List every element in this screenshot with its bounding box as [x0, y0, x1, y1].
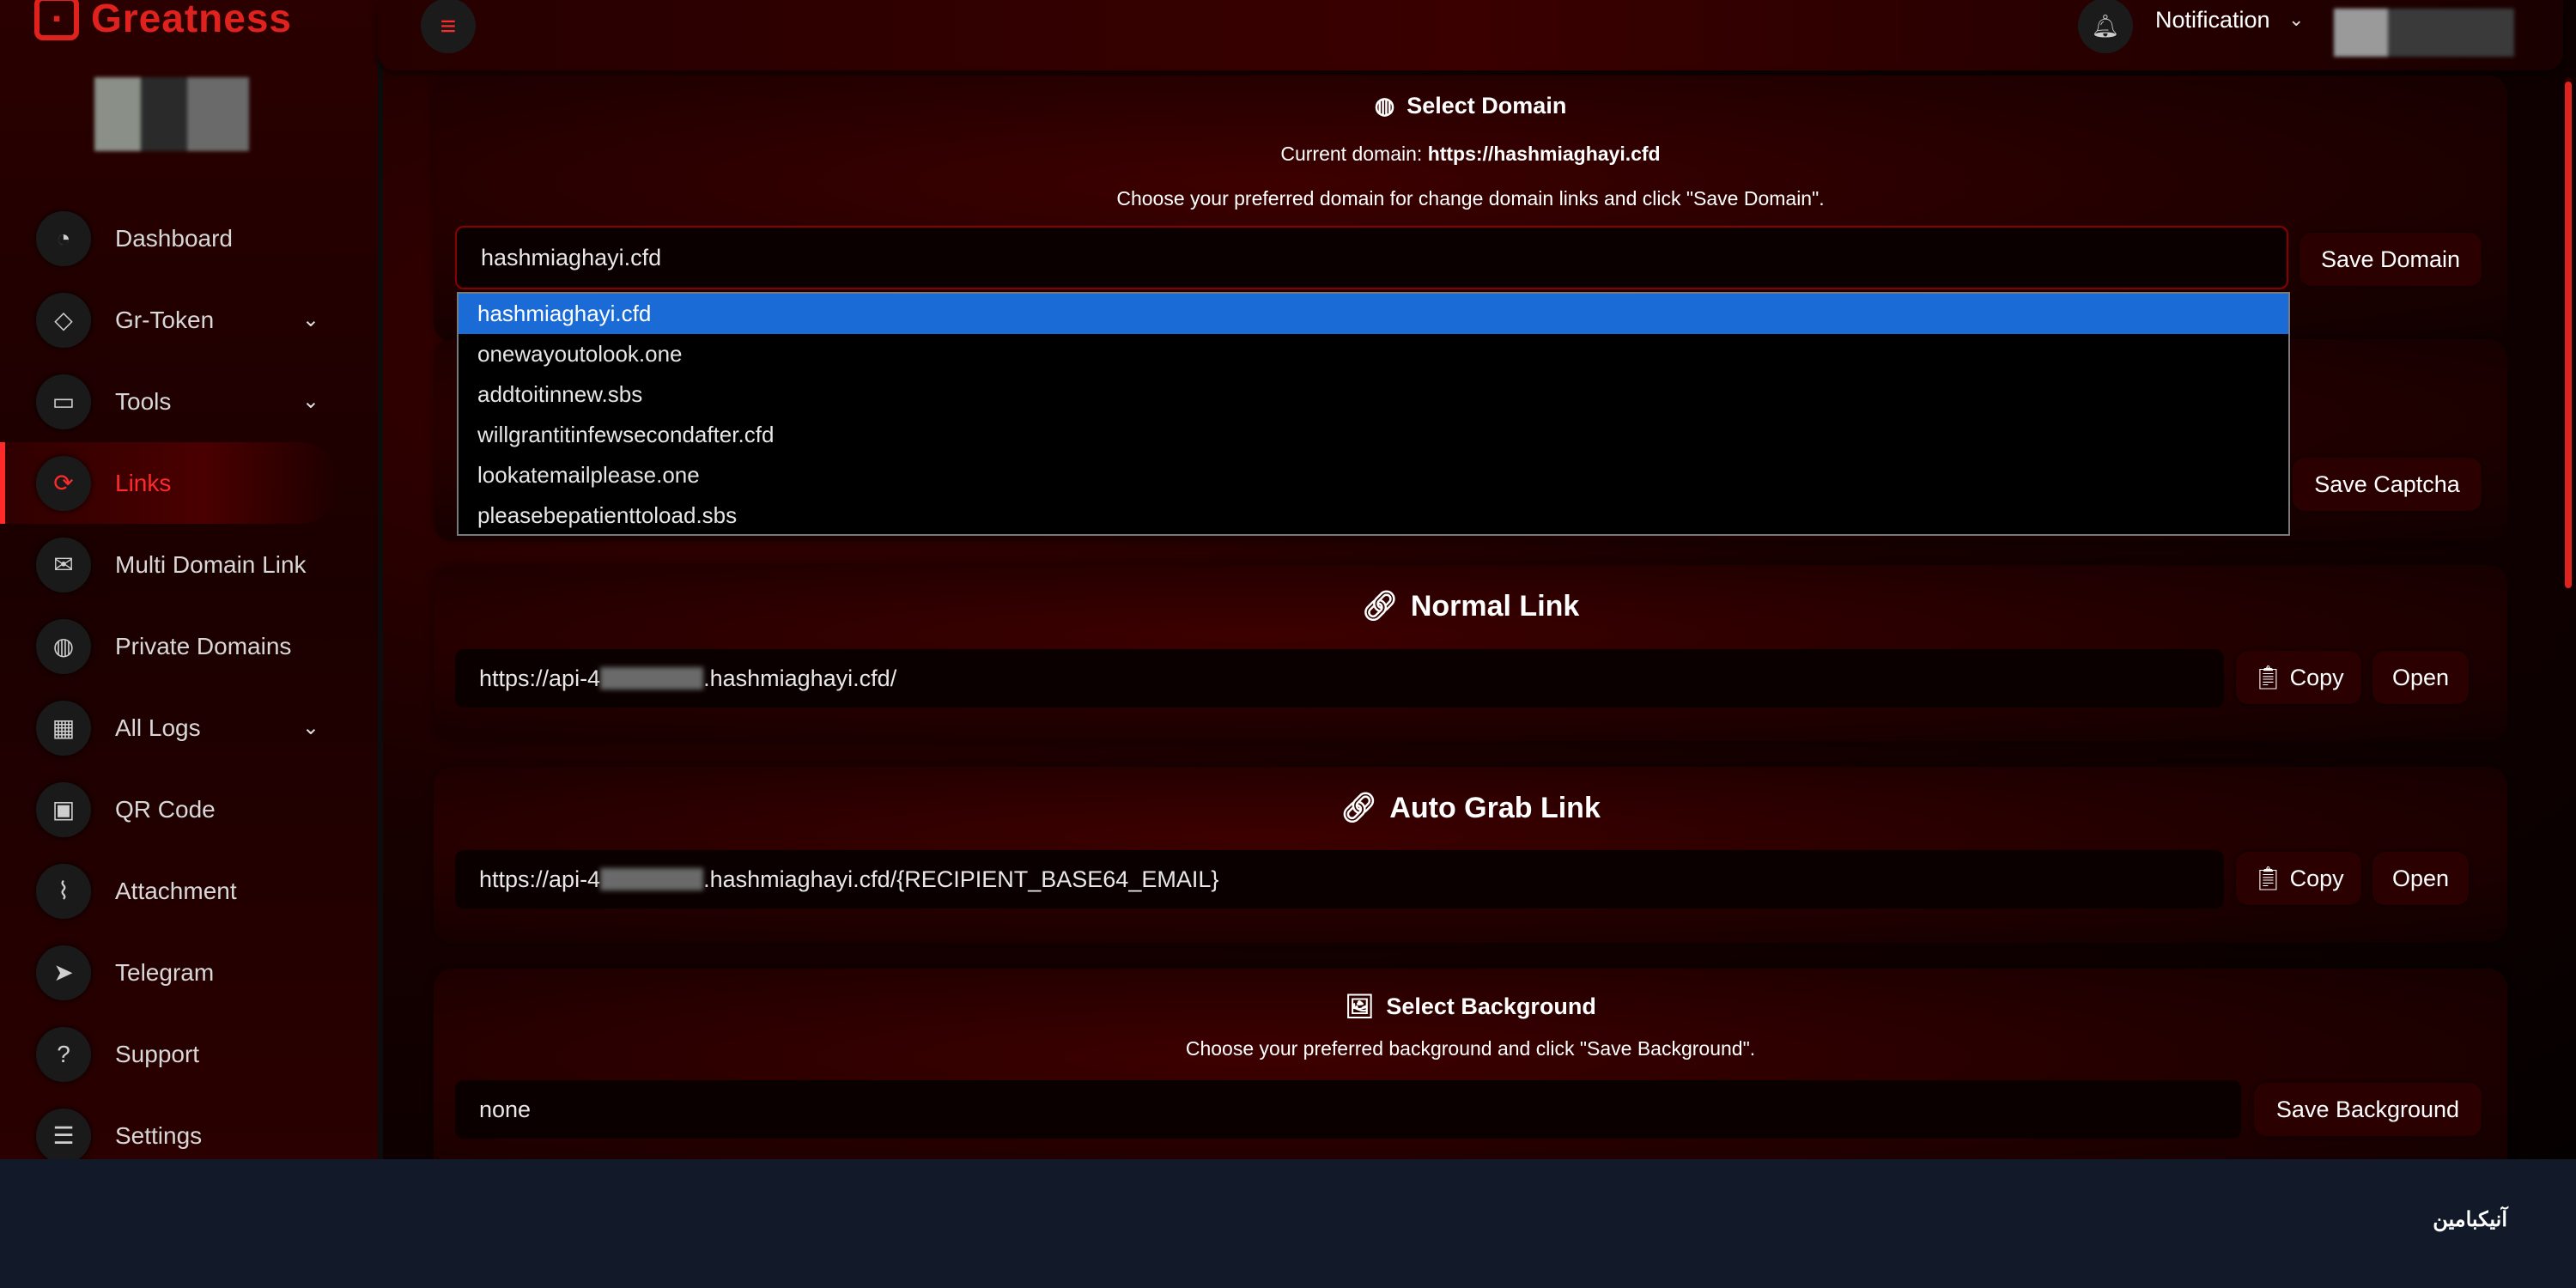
domain-option[interactable]: hashmiaghayi.cfd: [459, 294, 2288, 334]
question-icon: ?: [36, 1026, 91, 1082]
menu-toggle-button[interactable]: ≡: [421, 0, 476, 53]
sidebar-item-label: Private Domains: [115, 632, 292, 659]
sliders-icon: ☰: [36, 1108, 91, 1159]
domain-select[interactable]: hashmiaghayi.cfd: [455, 226, 2288, 289]
sidebar-item-multi-domain-link[interactable]: ✉ Multi Domain Link: [0, 524, 378, 605]
image-icon: 🖼︎: [1345, 993, 1375, 1019]
logo-text: Greatness: [91, 0, 293, 40]
normal-link-title: 🔗︎ Normal Link: [1361, 590, 1580, 623]
auto-grab-link-field[interactable]: https://api-4 .hashmiaghayi.cfd/{RECIPIEN…: [455, 850, 2224, 908]
gauge-icon: ◔: [36, 210, 91, 266]
notification-bell-button[interactable]: 🔔︎: [2078, 0, 2133, 53]
sidebar-item-attachment[interactable]: ⌇ Attachment: [0, 850, 378, 932]
chevron-down-icon[interactable]: ⌄: [302, 715, 319, 740]
sidebar-item-label: Settings: [115, 1121, 203, 1149]
sidebar-item-label: Links: [115, 469, 172, 496]
link-icon: 🔗︎: [1340, 792, 1378, 824]
normal-link-prefix: https://api-4: [479, 665, 601, 691]
save-domain-button[interactable]: Save Domain: [2300, 233, 2482, 286]
domain-dropdown-list[interactable]: hashmiaghayi.cfd onewayoutolook.one addtoi…: [457, 292, 2290, 536]
bell-icon: 🔔︎: [2091, 12, 2120, 39]
diamond-icon: ◇: [36, 292, 91, 348]
sidebar-item-label: Gr-Token: [115, 306, 215, 333]
globe-icon: ◍: [36, 618, 91, 674]
domain-option[interactable]: willgrantitinfewsecondafter.cfd: [459, 415, 2288, 455]
domain-option[interactable]: pleasebepatienttoload.sbs: [459, 495, 2288, 536]
background-select-value: none: [479, 1096, 532, 1122]
sidebar-item-support[interactable]: ? Support: [0, 1013, 378, 1095]
footer-brand: آنیکبامین: [2433, 1208, 2507, 1231]
sidebar-item-tools[interactable]: ▭ Tools ⌄: [0, 361, 378, 442]
link-icon: 🔗︎: [1361, 590, 1399, 623]
link-icon: ⟳: [36, 455, 91, 511]
topbar: ≡ 🔔︎ Notification ⌄: [378, 0, 2563, 70]
avatar: [94, 77, 249, 151]
notification-menu[interactable]: Notification: [2155, 7, 2270, 33]
sidebar-item-private-domains[interactable]: ◍ Private Domains: [0, 605, 378, 687]
sidebar-item-gr-token[interactable]: ◇ Gr-Token ⌄: [0, 279, 378, 361]
save-background-button[interactable]: Save Background: [2254, 1083, 2482, 1136]
sidebar-item-label: Support: [115, 1040, 200, 1067]
qr-icon: ▣: [36, 781, 91, 837]
logo[interactable]: ▪ Greatness: [34, 0, 292, 41]
sidebar-item-label: Multi Domain Link: [115, 550, 307, 578]
sidebar-item-label: Attachment: [115, 877, 237, 904]
envelope-icon: ✉: [36, 537, 91, 592]
domain-select-value: hashmiaghayi.cfd: [481, 244, 662, 270]
laptop-icon: ▭: [36, 374, 91, 429]
current-domain-value: https://hashmiaghayi.cfd: [1427, 143, 1661, 165]
clipboard-icon: 📋︎: [2253, 866, 2283, 891]
normal-link-suffix: .hashmiaghayi.cfd/: [703, 665, 897, 691]
chevron-down-icon[interactable]: ⌄: [302, 389, 319, 414]
auto-grab-link-title: 🔗︎ Auto Grab Link: [1340, 792, 1601, 824]
select-domain-title: ◍ Select Domain: [1374, 93, 1567, 118]
sidebar-item-label: Dashboard: [115, 224, 233, 252]
sidebar-item-all-logs[interactable]: ▦ All Logs ⌄: [0, 687, 378, 769]
select-domain-instructions: Choose your preferred domain for change …: [1116, 187, 1825, 210]
normal-link-field[interactable]: https://api-4 .hashmiaghayi.cfd/: [455, 649, 2224, 708]
telegram-icon: ➤: [36, 945, 91, 1000]
domain-option[interactable]: onewayoutolook.one: [459, 334, 2288, 374]
normal-link-copy-button[interactable]: 📋︎ Copy: [2236, 651, 2361, 704]
save-captcha-button[interactable]: Save Captcha: [2293, 458, 2482, 511]
sidebar-item-dashboard[interactable]: ◔ Dashboard: [0, 197, 378, 279]
sidebar-item-label: QR Code: [115, 795, 216, 823]
footer-bar: [0, 1159, 2576, 1288]
hamburger-icon: ≡: [440, 9, 457, 41]
sidebar-item-label: Tools: [115, 387, 172, 415]
grid-icon: ▦: [36, 700, 91, 756]
sidebar-item-qr-code[interactable]: ▣ QR Code: [0, 769, 378, 850]
select-background-title: 🖼︎ Select Background: [1345, 993, 1596, 1019]
redacted-blur: [600, 667, 704, 690]
domain-option[interactable]: lookatemailplease.one: [459, 455, 2288, 495]
app-window: ▪ Greatness ◔ Dashboard ◇ Gr-Token ⌄ ▭ Tools ⌄ ⟳…: [0, 0, 2576, 1159]
chip-icon: ▪: [34, 0, 79, 40]
chevron-down-icon[interactable]: ⌄: [302, 307, 319, 332]
auto-grab-link-suffix: .hashmiaghayi.cfd/{RECIPIENT_BASE64_EMAI…: [703, 866, 1219, 892]
scrollbar-thumb[interactable]: [2565, 82, 2572, 588]
paperclip-icon: ⌇: [36, 863, 91, 919]
background-select[interactable]: none: [455, 1080, 2241, 1139]
redacted-blur: [600, 868, 704, 890]
sidebar-item-settings[interactable]: ☰ Settings: [0, 1095, 378, 1159]
current-domain-text: Current domain: https://hashmiaghayi.cfd: [1280, 143, 1661, 165]
globe-icon: ◍: [1374, 93, 1395, 118]
sidebar: ▪ Greatness ◔ Dashboard ◇ Gr-Token ⌄ ▭ Tools ⌄ ⟳…: [0, 0, 383, 1159]
normal-link-open-button[interactable]: Open: [2372, 651, 2469, 704]
auto-grab-link-prefix: https://api-4: [479, 866, 601, 892]
sidebar-item-links[interactable]: ⟳ Links: [0, 442, 340, 524]
sidebar-item-label: Telegram: [115, 958, 215, 986]
user-avatar[interactable]: [2334, 9, 2514, 57]
sidebar-nav: ◔ Dashboard ◇ Gr-Token ⌄ ▭ Tools ⌄ ⟳ Links ✉ Multi …: [0, 197, 378, 1159]
auto-grab-link-open-button[interactable]: Open: [2372, 852, 2469, 905]
select-background-instructions: Choose your preferred background and cli…: [1185, 1037, 1756, 1060]
domain-option[interactable]: addtoitinnew.sbs: [459, 374, 2288, 415]
clipboard-icon: 📋︎: [2253, 665, 2283, 690]
chevron-down-icon[interactable]: ⌄: [2288, 9, 2304, 31]
sidebar-item-telegram[interactable]: ➤ Telegram: [0, 932, 378, 1013]
sidebar-item-label: All Logs: [115, 714, 201, 741]
auto-grab-link-copy-button[interactable]: 📋︎ Copy: [2236, 852, 2361, 905]
